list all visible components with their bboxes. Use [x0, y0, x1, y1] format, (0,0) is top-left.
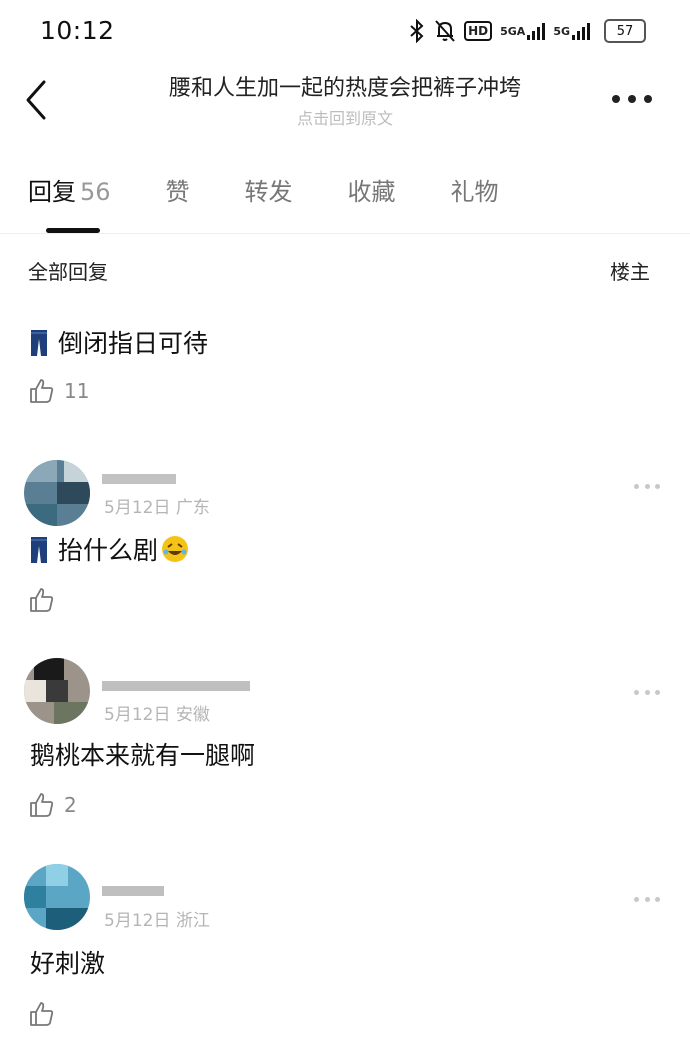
tab-likes[interactable]: 赞 — [166, 172, 190, 216]
comment-text: 鹅桃本来就有一腿啊 — [30, 736, 255, 772]
back-to-post-link[interactable]: 点击回到原文 — [100, 105, 590, 129]
tab-replies-count: 56 — [80, 178, 111, 206]
chevron-left-icon — [26, 80, 46, 120]
rofl-emoji-icon — [162, 536, 189, 562]
comment-text: 好刺激 — [30, 944, 105, 980]
comment-more-button[interactable] — [634, 897, 660, 903]
signal-bars-icon — [527, 22, 546, 40]
comment-date: 5月12日 — [104, 911, 171, 931]
network-label-5ga: 5GA — [500, 24, 526, 38]
signal-5ga: 5GA — [500, 22, 546, 40]
tab-gifts[interactable]: 礼物 — [451, 172, 499, 216]
status-time: 10:12 — [40, 16, 115, 45]
thumbs-up-icon — [30, 793, 54, 817]
like-button[interactable]: 2 — [28, 791, 77, 819]
comment-body: 好刺激 — [30, 949, 106, 978]
comment-text: 抬什么剧 — [30, 531, 190, 567]
like-button[interactable]: 11 — [28, 377, 89, 405]
signal-bars-icon — [572, 22, 590, 40]
like-button[interactable] — [28, 1000, 64, 1028]
all-replies-filter[interactable]: 全部回复 — [28, 256, 108, 285]
comment-body: 抬什么剧 — [58, 536, 159, 565]
network-label-5g: 5G — [553, 24, 570, 38]
comment-meta: 5月12日 广东 — [104, 493, 210, 518]
tab-bar: 回复 56 赞 转发 收藏 礼物 — [28, 172, 554, 216]
more-options-button[interactable] — [612, 92, 652, 106]
avatar[interactable] — [24, 864, 90, 930]
comment-date: 5月12日 — [104, 498, 171, 518]
comment-location: 安徽 — [175, 705, 210, 725]
battery-icon: 57 — [604, 19, 646, 43]
bluetooth-icon — [408, 19, 426, 43]
tab-replies-label: 回复 — [28, 178, 76, 206]
comment-location: 浙江 — [175, 911, 210, 931]
username-blurred[interactable] — [102, 880, 252, 900]
thumbs-up-icon — [30, 1002, 54, 1026]
tab-divider — [0, 233, 690, 234]
mute-bell-icon — [434, 19, 456, 43]
comment-body: 鹅桃本来就有一腿啊 — [30, 741, 256, 770]
more-horizontal-icon — [612, 95, 620, 103]
signal-5g: 5G — [553, 22, 590, 40]
hd-badge: HD — [464, 21, 493, 41]
like-count: 11 — [64, 379, 90, 403]
more-dots-icon — [634, 484, 639, 489]
jeans-emoji-icon — [31, 537, 47, 563]
username-blurred[interactable] — [102, 468, 252, 488]
avatar[interactable] — [24, 658, 90, 724]
avatar[interactable] — [24, 460, 90, 526]
comment-body: 倒闭指日可待 — [58, 329, 209, 358]
thumbs-up-icon — [30, 588, 54, 612]
comment-more-button[interactable] — [634, 484, 660, 490]
status-icons: HD 5GA 5G 57 — [408, 14, 646, 48]
comment-more-button[interactable] — [634, 690, 660, 696]
tab-replies[interactable]: 回复 56 — [28, 172, 111, 216]
comment-location: 广东 — [175, 498, 210, 518]
back-button[interactable] — [22, 78, 62, 122]
like-count: 2 — [64, 793, 77, 817]
like-button[interactable] — [28, 586, 64, 614]
more-dots-icon — [634, 897, 639, 902]
comment-meta: 5月12日 浙江 — [104, 906, 210, 931]
comment-meta: 5月12日 安徽 — [104, 700, 210, 725]
username-blurred[interactable] — [102, 675, 252, 695]
op-only-filter[interactable]: 楼主 — [610, 256, 650, 285]
comment-text: 倒闭指日可待 — [30, 324, 208, 360]
thumbs-up-icon — [30, 379, 54, 403]
more-dots-icon — [634, 690, 639, 695]
tab-reposts[interactable]: 转发 — [245, 172, 293, 216]
jeans-emoji-icon — [31, 330, 47, 356]
post-title[interactable]: 腰和人生加一起的热度会把裤子冲垮 — [100, 70, 590, 102]
comment-date: 5月12日 — [104, 705, 171, 725]
tab-favorites[interactable]: 收藏 — [348, 172, 396, 216]
